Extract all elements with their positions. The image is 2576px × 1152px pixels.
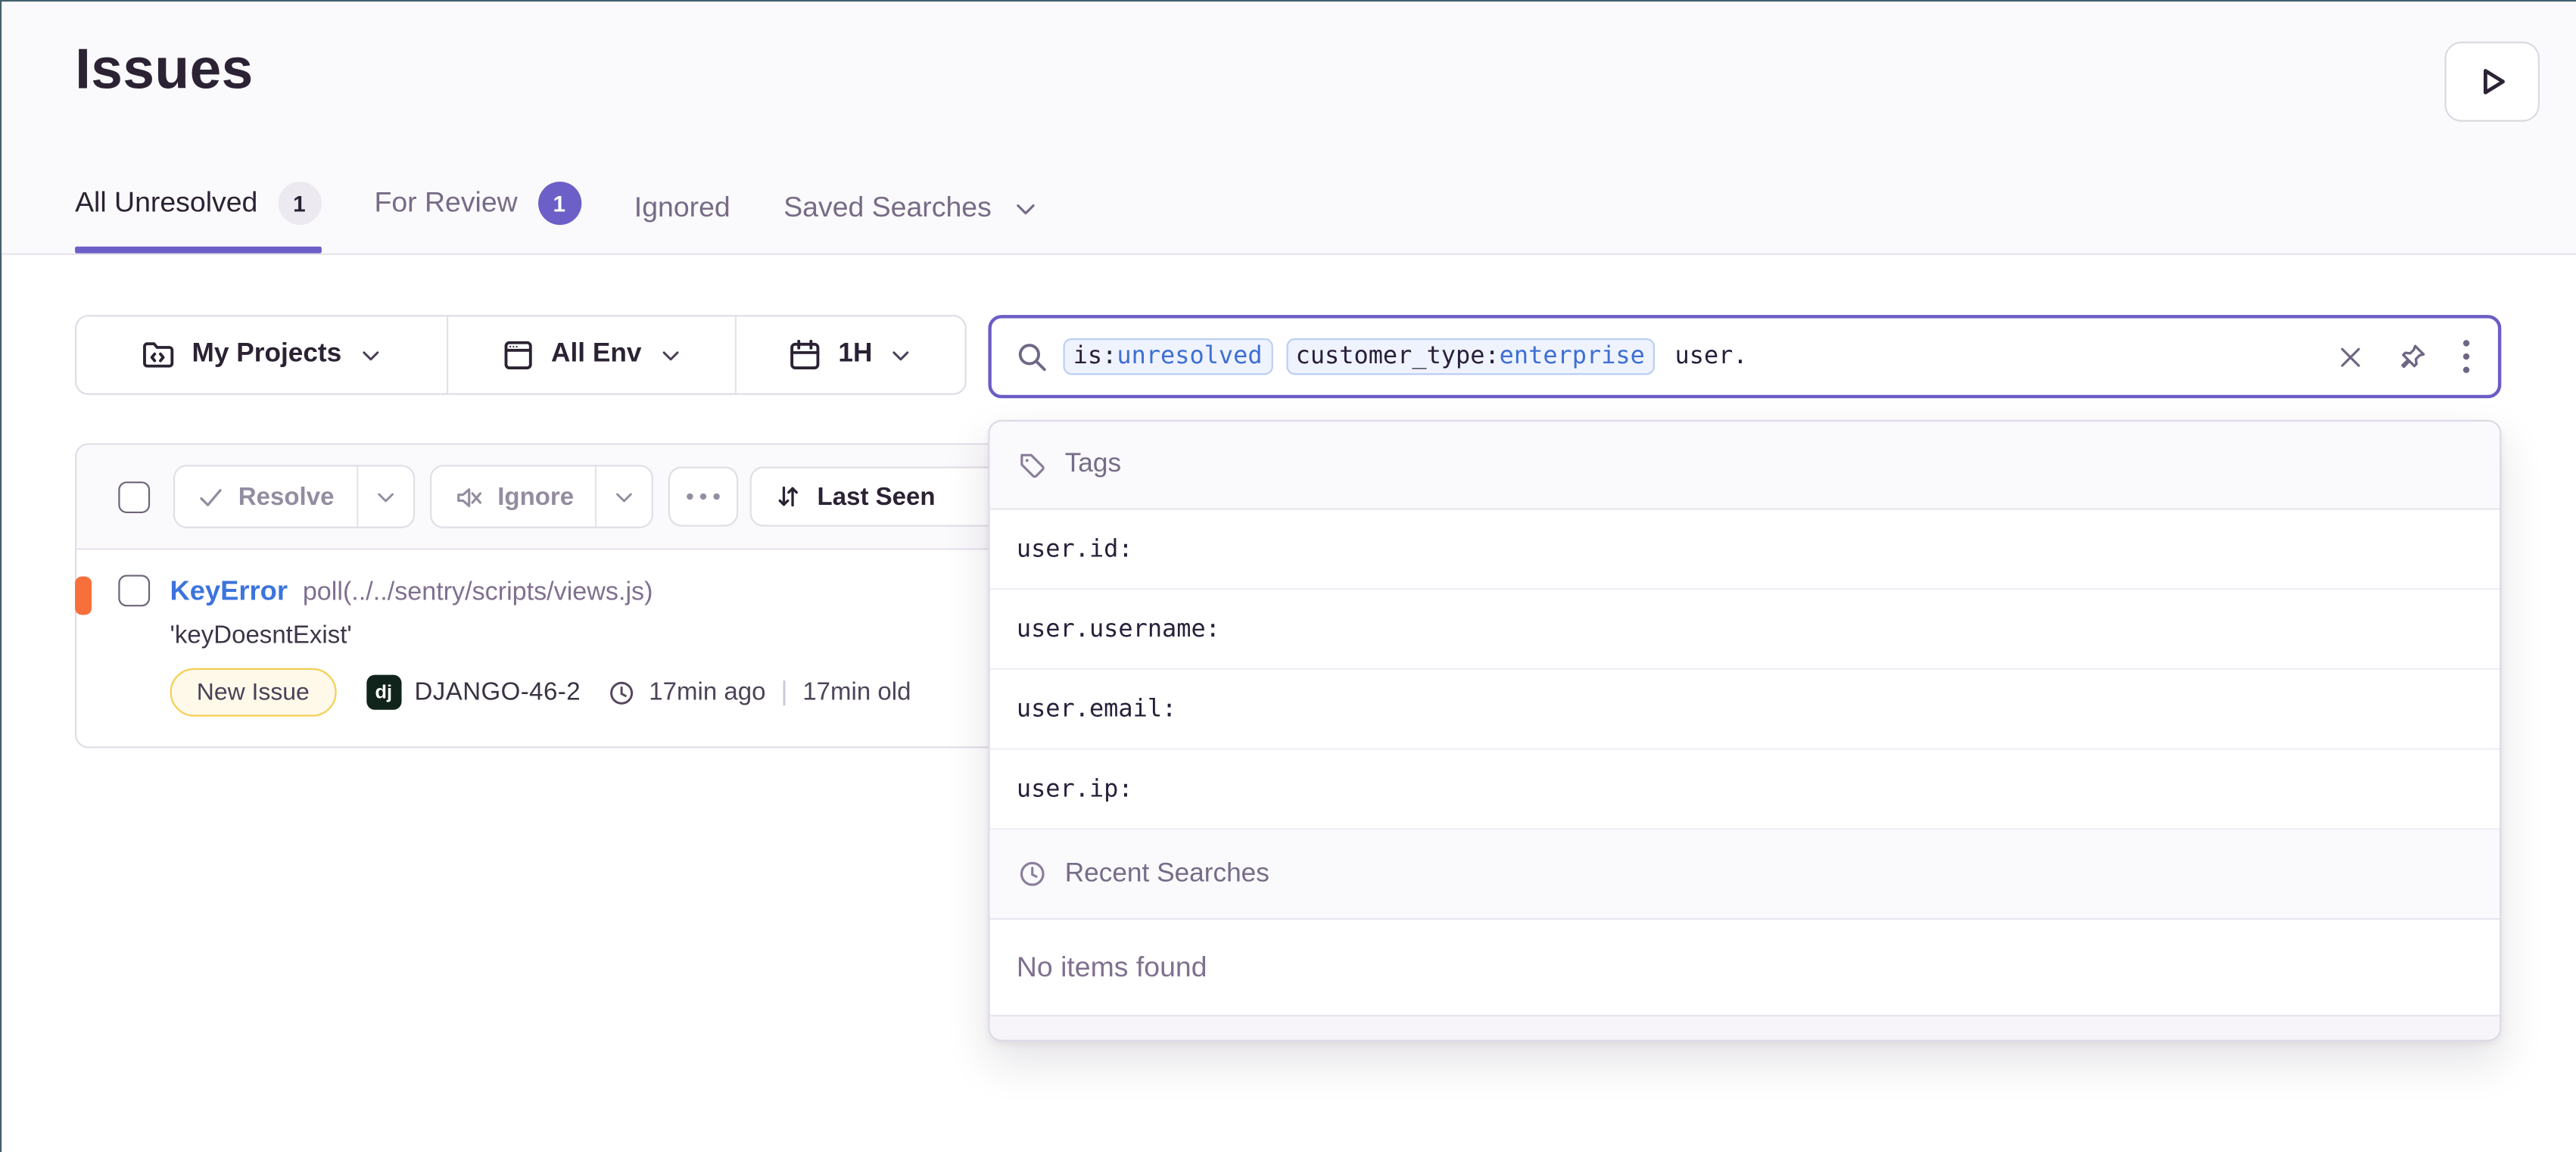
issue-last-seen: 17min ago bbox=[649, 678, 765, 706]
tab-saved-searches[interactable]: Saved Searches bbox=[783, 191, 1039, 253]
page-filter-bar: My Projects All Env bbox=[75, 315, 967, 395]
tag-suggestion-user-username[interactable]: user.username: bbox=[990, 590, 2500, 670]
ignore-split-button: Ignore bbox=[429, 465, 654, 528]
tags-header-label: Tags bbox=[1065, 450, 1121, 480]
chevron-down-icon bbox=[889, 342, 914, 367]
environment-filter-label: All Env bbox=[551, 340, 641, 370]
issue-message: 'keyDoesntExist' bbox=[170, 620, 911, 653]
time-range-label: 1H bbox=[838, 340, 872, 370]
chevron-down-icon bbox=[358, 342, 383, 367]
token-value: unresolved bbox=[1117, 343, 1262, 369]
check-icon bbox=[197, 482, 225, 510]
project-filter-label: My Projects bbox=[192, 340, 342, 370]
chevron-down-icon bbox=[658, 342, 683, 367]
ignore-label: Ignore bbox=[497, 482, 574, 510]
chevron-down-icon bbox=[1011, 194, 1039, 222]
token-key: is: bbox=[1073, 343, 1117, 369]
search-autocomplete-dropdown: Tags user.id: user.username: user.email:… bbox=[988, 420, 2501, 1041]
project-filter-dropdown[interactable]: My Projects bbox=[76, 316, 447, 393]
ignore-dropdown-arrow[interactable] bbox=[596, 466, 653, 526]
tab-count-badge: 1 bbox=[278, 182, 321, 225]
issue-age: 17min old bbox=[802, 678, 911, 706]
sentry-issues-page: Issues All Unresolved 1 For Review 1 Ign… bbox=[0, 0, 2576, 1152]
tag-suggestion-user-id[interactable]: user.id: bbox=[990, 510, 2500, 590]
issue-title-line: KeyError poll(../../sentry/scripts/views… bbox=[170, 573, 911, 612]
token-key: customer_type: bbox=[1296, 343, 1500, 369]
resolve-label: Resolve bbox=[238, 482, 335, 510]
pin-search-icon[interactable] bbox=[2397, 340, 2430, 373]
screenshot-viewport: Issues All Unresolved 1 For Review 1 Ign… bbox=[0, 0, 2576, 1152]
search-input-text[interactable]: user. bbox=[1675, 343, 1748, 369]
environment-window-icon bbox=[500, 337, 536, 373]
mute-icon bbox=[453, 481, 484, 512]
clear-search-icon[interactable] bbox=[2336, 342, 2364, 370]
search-token-customer-type[interactable]: customer_type:enterprise bbox=[1285, 338, 1655, 375]
search-menu-dots-icon[interactable] bbox=[2461, 338, 2471, 375]
tab-label: Saved Searches bbox=[783, 191, 992, 225]
new-issue-badge: New Issue bbox=[170, 668, 336, 717]
issue-row-content: KeyError poll(../../sentry/scripts/views… bbox=[170, 573, 911, 716]
more-actions-button[interactable] bbox=[669, 466, 739, 526]
clock-icon bbox=[1017, 858, 1048, 890]
projects-folder-code-icon bbox=[140, 337, 176, 373]
tab-label: All Unresolved bbox=[75, 187, 257, 220]
tab-count-badge: 1 bbox=[537, 182, 581, 225]
time-range-filter-dropdown[interactable]: 1H bbox=[734, 316, 965, 393]
search-icon bbox=[1015, 339, 1050, 374]
tab-label: Ignored bbox=[634, 191, 730, 225]
recent-searches-label: Recent Searches bbox=[1065, 859, 1269, 889]
sort-last-seen-button[interactable]: Last Seen bbox=[750, 466, 1000, 526]
resolve-dropdown-arrow[interactable] bbox=[356, 466, 413, 526]
clock-icon bbox=[607, 677, 637, 708]
time-separator: | bbox=[777, 677, 791, 708]
token-value: enterprise bbox=[1500, 343, 1645, 369]
resolve-button[interactable]: Resolve bbox=[175, 466, 356, 526]
tag-suggestion-user-email[interactable]: user.email: bbox=[990, 670, 2500, 750]
tab-all-unresolved[interactable]: All Unresolved 1 bbox=[75, 182, 321, 254]
no-items-found-text: No items found bbox=[990, 920, 2500, 1014]
ignore-button[interactable]: Ignore bbox=[431, 466, 596, 526]
tab-for-review[interactable]: For Review 1 bbox=[374, 182, 581, 254]
issue-row-checkbox[interactable] bbox=[118, 574, 150, 606]
sort-label: Last Seen bbox=[818, 482, 936, 510]
issue-times: 17min ago | 17min old bbox=[607, 677, 911, 708]
issue-title-link[interactable]: KeyError bbox=[170, 573, 288, 609]
select-all-checkbox[interactable] bbox=[118, 481, 150, 512]
issues-search-bar[interactable]: is:unresolved customer_type:enterprise u… bbox=[988, 315, 2501, 398]
tag-icon bbox=[1017, 449, 1048, 481]
dropdown-footer bbox=[990, 1015, 2500, 1040]
replay-tour-button[interactable] bbox=[2444, 42, 2539, 122]
page-header: Issues All Unresolved 1 For Review 1 Ign… bbox=[2, 2, 2576, 255]
tag-suggestion-user-ip[interactable]: user.ip: bbox=[990, 750, 2500, 830]
ellipsis-icon bbox=[686, 491, 722, 501]
search-actions bbox=[2336, 338, 2471, 375]
page-title: Issues bbox=[75, 39, 254, 104]
search-token-is-unresolved[interactable]: is:unresolved bbox=[1063, 338, 1272, 375]
issue-culprit: poll(../../sentry/scripts/views.js) bbox=[303, 574, 653, 611]
error-level-bar bbox=[75, 577, 92, 615]
django-project-icon: dj bbox=[366, 675, 401, 710]
issue-short-id: DJANGO-46-2 bbox=[414, 678, 581, 706]
tab-ignored[interactable]: Ignored bbox=[634, 191, 730, 253]
sort-arrows-icon bbox=[774, 481, 804, 512]
active-tab-underline bbox=[75, 247, 321, 254]
issue-meta-line: New Issue dj DJANGO-46-2 17min ago | 17m… bbox=[170, 668, 911, 717]
environment-filter-dropdown[interactable]: All Env bbox=[447, 316, 734, 393]
calendar-icon bbox=[787, 337, 823, 373]
recent-searches-section-header: Recent Searches bbox=[990, 830, 2500, 920]
play-icon bbox=[2472, 61, 2512, 101]
tags-section-header: Tags bbox=[990, 422, 2500, 510]
issues-tabs: All Unresolved 1 For Review 1 Ignored Sa… bbox=[75, 182, 1040, 254]
resolve-split-button: Resolve bbox=[173, 465, 414, 528]
tab-label: For Review bbox=[374, 187, 517, 220]
